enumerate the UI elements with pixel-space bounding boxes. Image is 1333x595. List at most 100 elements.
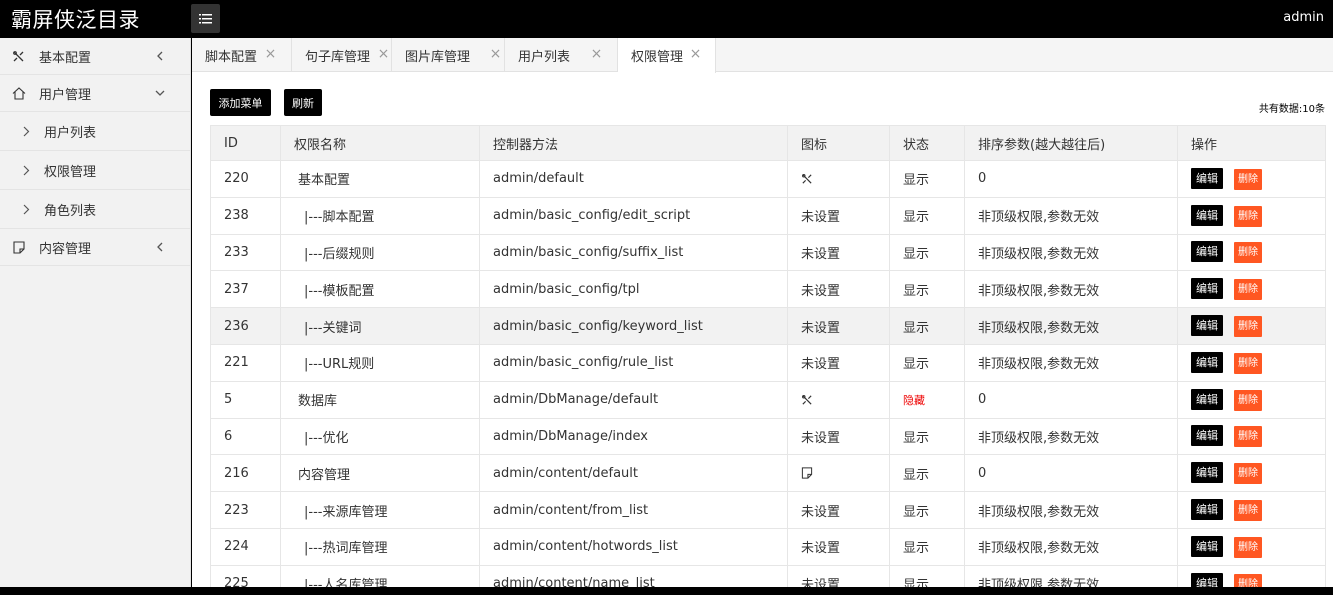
delete-button[interactable]: 删除 <box>1234 205 1262 227</box>
delete-button[interactable]: 删除 <box>1234 316 1262 338</box>
name-cell: |---关键词 <box>280 307 480 345</box>
actions-cell: 编辑 删除 <box>1177 196 1326 235</box>
tab-permissions[interactable]: 权限管理 × <box>618 38 716 73</box>
tab-user-list[interactable]: 用户列表 × <box>505 38 618 72</box>
name-cell: |---优化 <box>280 417 480 456</box>
method-cell: admin/content/from_list <box>479 491 788 529</box>
edit-button[interactable]: 编辑 <box>1191 278 1223 300</box>
status-badge: 显示 <box>903 173 930 189</box>
method-cell: admin/basic_config/keyword_list <box>479 307 788 345</box>
id-cell: 225 <box>210 564 281 587</box>
close-icon[interactable]: × <box>590 47 603 61</box>
sidebar-subitem-label: 权限管理 <box>44 164 97 180</box>
edit-button[interactable]: 编辑 <box>1191 535 1223 557</box>
status-badge: 隐藏 <box>903 393 925 407</box>
status-cell: 显示 <box>889 270 965 309</box>
table-row: 5 数据库 admin/DbManage/default 隐藏 0 编辑 删除 <box>210 380 1326 419</box>
app-title: 霸屏侠泛目录 <box>11 8 140 32</box>
icon-cell: 未设置 <box>787 417 890 456</box>
tab-script-config[interactable]: 脚本配置 × <box>192 38 292 72</box>
edit-button[interactable]: 编辑 <box>1191 167 1223 189</box>
note-icon <box>11 240 26 255</box>
edit-button[interactable]: 编辑 <box>1191 204 1223 226</box>
tab-sentence-library[interactable]: 句子库管理 × <box>292 38 392 72</box>
chevron-right-icon <box>23 126 30 137</box>
status-badge: 显示 <box>903 210 930 226</box>
refresh-button[interactable]: 刷新 <box>284 89 322 116</box>
edit-button[interactable]: 编辑 <box>1191 425 1223 447</box>
status-cell: 隐藏 <box>889 380 965 419</box>
delete-button[interactable]: 删除 <box>1234 389 1262 411</box>
sidebar-subitem-permissions[interactable]: 权限管理 <box>0 151 190 190</box>
id-cell: 233 <box>210 233 281 272</box>
edit-button[interactable]: 编辑 <box>1191 315 1223 337</box>
name-cell: |---人名库管理 <box>280 564 480 587</box>
name-cell: |---URL规则 <box>280 343 480 382</box>
column-header: 排序参数(越大越往后) <box>964 125 1178 161</box>
sidebar-subitem-user-list[interactable]: 用户列表 <box>0 112 190 151</box>
close-icon[interactable]: × <box>689 47 702 61</box>
add-menu-button[interactable]: 添加菜单 <box>210 89 271 116</box>
edit-button[interactable]: 编辑 <box>1191 462 1223 484</box>
close-icon[interactable]: × <box>489 47 502 61</box>
sort-cell: 非顶级权限,参数无效 <box>964 307 1178 345</box>
delete-button[interactable]: 删除 <box>1234 500 1262 522</box>
delete-button[interactable]: 删除 <box>1234 463 1262 485</box>
menu-toggle-button[interactable] <box>191 4 220 33</box>
method-cell: admin/basic_config/rule_list <box>479 343 788 382</box>
status-badge: 显示 <box>903 357 930 373</box>
edit-button[interactable]: 编辑 <box>1191 572 1223 587</box>
actions-cell: 编辑 删除 <box>1177 527 1326 566</box>
status-badge: 显示 <box>903 541 930 557</box>
actions-cell: 编辑 删除 <box>1177 233 1326 272</box>
tab-label: 句子库管理 <box>305 49 371 65</box>
column-header: 图标 <box>787 125 890 161</box>
delete-button[interactable]: 删除 <box>1234 352 1262 374</box>
chevron-left-icon <box>157 51 163 61</box>
status-cell: 显示 <box>889 307 965 345</box>
table-row: 223 |---来源库管理 admin/content/from_list 未设置 显示… <box>210 491 1326 529</box>
column-header: 操作 <box>1177 125 1326 161</box>
table-row: 221 |---URL规则 admin/basic_config/rule_list… <box>210 343 1326 382</box>
status-cell: 显示 <box>889 564 965 587</box>
user-menu[interactable]: admin <box>1283 10 1324 25</box>
actions-cell: 编辑 删除 <box>1177 160 1326 198</box>
edit-button[interactable]: 编辑 <box>1191 351 1223 373</box>
sort-cell: 非顶级权限,参数无效 <box>964 564 1178 587</box>
sidebar-subitem-role-list[interactable]: 角色列表 <box>0 190 190 229</box>
tab-label: 脚本配置 <box>205 49 258 65</box>
sort-cell: 非顶级权限,参数无效 <box>964 196 1178 235</box>
id-cell: 5 <box>210 380 281 419</box>
delete-button[interactable]: 删除 <box>1234 279 1262 301</box>
edit-button[interactable]: 编辑 <box>1191 499 1223 521</box>
icon-cell <box>787 160 890 198</box>
sidebar-item-content-management[interactable]: 内容管理 <box>0 229 190 266</box>
name-cell: 基本配置 <box>280 160 480 198</box>
edit-button[interactable]: 编辑 <box>1191 388 1223 410</box>
edit-button[interactable]: 编辑 <box>1191 241 1223 263</box>
close-icon[interactable]: × <box>377 47 390 61</box>
close-icon[interactable]: × <box>264 47 277 61</box>
tab-image-library[interactable]: 图片库管理 × <box>392 38 505 72</box>
icon-cell: 未设置 <box>787 270 890 309</box>
id-cell: 238 <box>210 196 281 235</box>
status-badge: 显示 <box>903 246 930 262</box>
method-cell: admin/default <box>479 160 788 198</box>
name-cell: |---来源库管理 <box>280 491 480 529</box>
status-badge: 显示 <box>903 430 930 446</box>
column-header: 状态 <box>889 125 965 161</box>
sidebar-item-basic-config[interactable]: 基本配置 <box>0 38 190 75</box>
delete-button[interactable]: 删除 <box>1234 536 1262 558</box>
table-row: 6 |---优化 admin/DbManage/index 未设置 显示 非顶级权限,参数… <box>210 417 1326 456</box>
method-cell: admin/content/hotwords_list <box>479 527 788 566</box>
status-cell: 显示 <box>889 527 965 566</box>
sort-cell: 非顶级权限,参数无效 <box>964 343 1178 382</box>
delete-button[interactable]: 删除 <box>1234 242 1262 264</box>
delete-button[interactable]: 删除 <box>1234 573 1262 587</box>
status-cell: 显示 <box>889 491 965 529</box>
delete-button[interactable]: 删除 <box>1234 168 1262 190</box>
sidebar-item-user-management[interactable]: 用户管理 <box>0 75 190 112</box>
method-cell: admin/basic_config/edit_script <box>479 196 788 235</box>
name-cell: |---后缀规则 <box>280 233 480 272</box>
delete-button[interactable]: 删除 <box>1234 426 1262 448</box>
